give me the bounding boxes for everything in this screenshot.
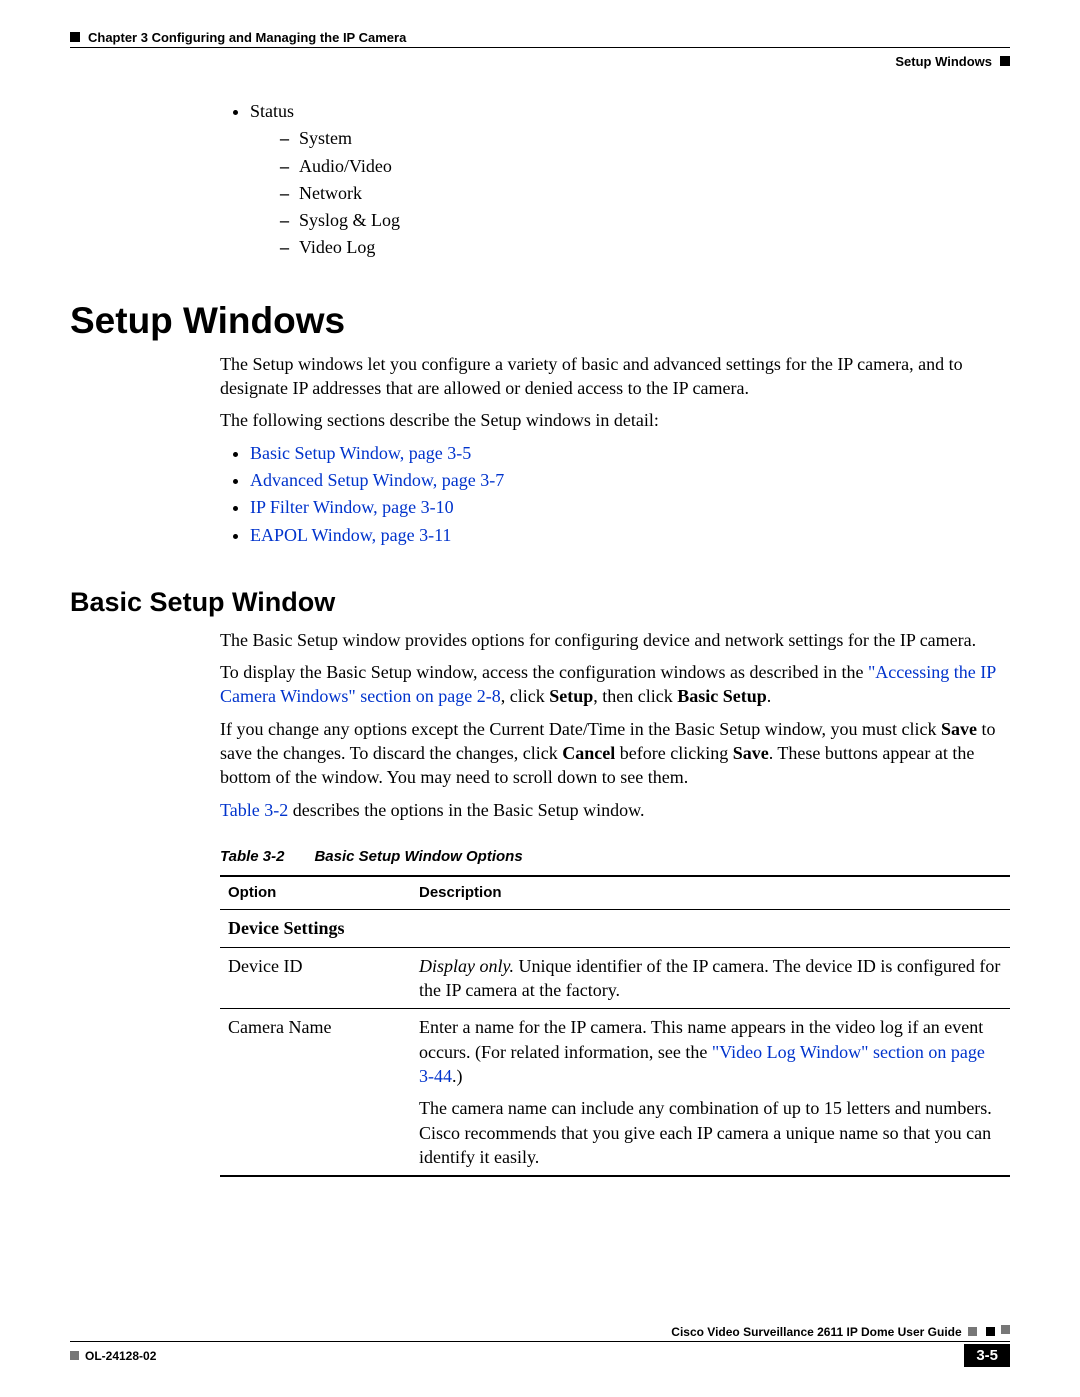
- options-table: Option Description Device Settings Devic…: [220, 875, 1010, 1177]
- bsw-paragraph: To display the Basic Setup window, acces…: [220, 660, 1010, 709]
- status-item: System: [299, 128, 352, 148]
- xref-basic-setup[interactable]: Basic Setup Window, page 3-5: [250, 443, 471, 463]
- table-cell-description: Enter a name for the IP camera. This nam…: [411, 1009, 1010, 1176]
- table-cell-description: Display only. Unique identifier of the I…: [411, 947, 1010, 1009]
- header-chapter: Chapter 3 Configuring and Managing the I…: [70, 30, 406, 45]
- xref-eapol[interactable]: EAPOL Window, page 3-11: [250, 525, 451, 545]
- footer-doc-number: OL-24128-02: [70, 1349, 156, 1363]
- table-cell-option: Camera Name: [220, 1009, 411, 1176]
- table-cell-option: Device ID: [220, 947, 411, 1009]
- status-item: Syslog & Log: [299, 210, 400, 230]
- bsw-paragraph: The Basic Setup window provides options …: [220, 628, 1010, 652]
- footer-guide-title: Cisco Video Surveillance 2611 IP Dome Us…: [671, 1325, 961, 1339]
- xref-advanced-setup[interactable]: Advanced Setup Window, page 3-7: [250, 470, 504, 490]
- table-caption: Table 3-2Basic Setup Window Options: [220, 847, 1010, 867]
- xref-table-3-2[interactable]: Table 3-2: [220, 800, 288, 820]
- status-item: Network: [299, 183, 362, 203]
- footer-page-number: 3-5: [964, 1344, 1010, 1367]
- header-section-right: Setup Windows: [895, 54, 1010, 69]
- heading-basic-setup-window: Basic Setup Window: [70, 587, 1010, 618]
- bsw-paragraph: Table 3-2 describes the options in the B…: [220, 798, 1010, 822]
- table-group-device-settings: Device Settings: [220, 910, 1010, 947]
- intro-paragraph: The Setup windows let you configure a va…: [220, 352, 1010, 401]
- table-header-option: Option: [220, 876, 411, 910]
- heading-setup-windows: Setup Windows: [70, 300, 1010, 342]
- intro-paragraph: The following sections describe the Setu…: [220, 408, 1010, 432]
- xref-ip-filter[interactable]: IP Filter Window, page 3-10: [250, 497, 454, 517]
- status-item: Video Log: [299, 237, 375, 257]
- bsw-paragraph: If you change any options except the Cur…: [220, 717, 1010, 790]
- table-header-description: Description: [411, 876, 1010, 910]
- status-item: Audio/Video: [299, 156, 392, 176]
- status-top: Status: [250, 101, 294, 121]
